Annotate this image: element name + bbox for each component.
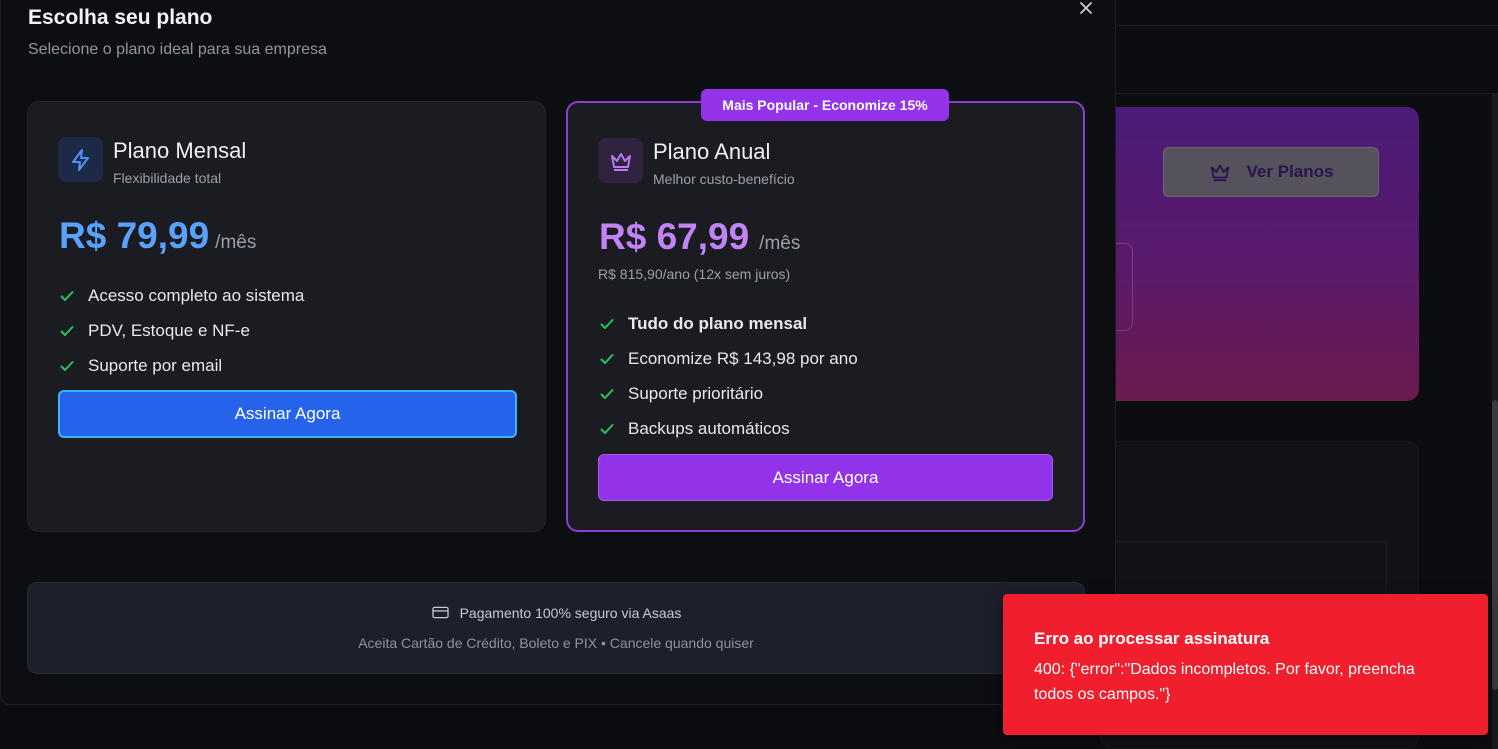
feature-item: PDV, Estoque e NF-e <box>58 313 304 348</box>
annual-price-note: R$ 815,90/ano (12x sem juros) <box>598 266 791 282</box>
toast-title: Erro ao processar assinatura <box>1034 629 1270 648</box>
subscribe-annual-button[interactable]: Assinar Agora <box>598 454 1053 501</box>
ver-planos-label: Ver Planos <box>1246 162 1334 181</box>
background-topbar <box>1116 0 1498 26</box>
feature-list: Tudo do plano mensal Economize R$ 143,98… <box>598 306 858 446</box>
crown-icon <box>1210 164 1229 182</box>
feature-list: Acesso completo ao sistema PDV, Estoque … <box>58 278 304 383</box>
plan-tagline: Melhor custo-benefício <box>653 171 795 187</box>
check-icon <box>598 385 616 403</box>
check-icon <box>58 357 76 375</box>
feature-text: Tudo do plano mensal <box>628 313 808 333</box>
feature-item: Suporte prioritário <box>598 376 858 411</box>
close-icon <box>1080 2 1092 14</box>
modal-subtitle: Selecione o plano ideal para sua empresa <box>28 41 327 58</box>
plan-name: Plano Mensal <box>113 138 247 163</box>
ver-planos-button[interactable]: Ver Planos <box>1163 147 1379 197</box>
feature-text: Acesso completo ao sistema <box>88 285 305 305</box>
payment-methods-text: Aceita Cartão de Crédito, Boleto e PIX •… <box>358 635 754 651</box>
plan-tagline: Flexibilidade total <box>113 170 222 186</box>
plan-icon-box <box>58 137 103 182</box>
plan-period: /mês <box>215 232 257 253</box>
feature-item: Backups automáticos <box>598 411 858 446</box>
feature-text: Economize R$ 143,98 por ano <box>628 348 858 368</box>
background-header <box>1116 26 1498 94</box>
feature-text: Suporte prioritário <box>628 383 764 403</box>
secure-payment-box: Pagamento 100% seguro via Asaas Aceita C… <box>27 582 1085 674</box>
crown-icon <box>610 152 631 171</box>
check-icon <box>58 287 76 305</box>
feature-text: Backups automáticos <box>628 418 790 438</box>
plan-price: R$ 79,99 <box>59 215 210 256</box>
price-row: R$ 79,99 /mês <box>59 215 256 257</box>
secure-payment-text: Pagamento 100% seguro via Asaas <box>459 604 682 621</box>
check-icon <box>598 315 616 333</box>
popular-badge: Mais Popular - Economize 15% <box>701 89 949 121</box>
lightning-icon <box>71 148 89 171</box>
plan-name: Plano Anual <box>653 139 771 164</box>
price-row: R$ 67,99 /mês <box>599 216 800 258</box>
secure-payment-line: Pagamento 100% seguro via Asaas <box>28 603 1084 622</box>
feature-item: Suporte por email <box>58 348 304 383</box>
toast-message: 400: {"error":"Dados incompletos. Por fa… <box>1034 661 1415 703</box>
credit-card-icon <box>431 606 449 619</box>
error-toast: Erro ao processar assinatura 400: {"erro… <box>1003 594 1488 735</box>
scrollbar-thumb[interactable] <box>1492 400 1498 690</box>
feature-text: PDV, Estoque e NF-e <box>88 320 250 340</box>
subscribe-monthly-button[interactable]: Assinar Agora <box>58 390 517 438</box>
plan-card-annual: Plano Anual Melhor custo-benefício R$ 67… <box>566 101 1085 532</box>
close-button[interactable] <box>1075 0 1097 19</box>
check-icon <box>598 420 616 438</box>
plan-price: R$ 67,99 <box>599 216 750 257</box>
plan-period: /mês <box>759 233 801 254</box>
feature-text: Suporte por email <box>88 355 223 375</box>
check-icon <box>598 350 616 368</box>
modal-title: Escolha seu plano <box>28 6 213 29</box>
plan-icon-box <box>598 138 643 183</box>
plan-card-monthly: Plano Mensal Flexibilidade total R$ 79,9… <box>27 101 546 532</box>
feature-item: Tudo do plano mensal <box>598 306 858 341</box>
feature-item: Acesso completo ao sistema <box>58 278 304 313</box>
feature-item: Economize R$ 143,98 por ano <box>598 341 858 376</box>
check-icon <box>58 322 76 340</box>
